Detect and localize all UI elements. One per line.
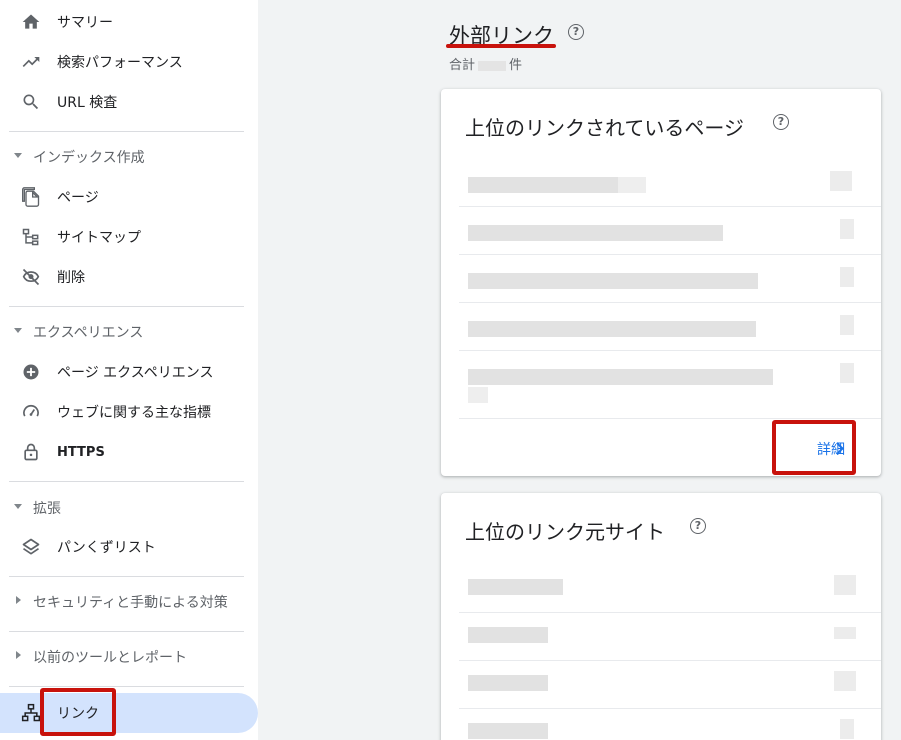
redacted-site [468,675,548,691]
redacted-url [468,177,618,193]
redacted-count [840,719,854,739]
redacted-url [468,273,758,289]
redacted-count [834,575,856,595]
total-prefix: 合計 [449,58,476,73]
sidebar-item-label: 削除 [57,270,85,286]
redacted-count [834,627,856,639]
sidebar-divider [9,576,244,577]
chevron-down-icon [14,504,22,509]
highlight-box-details [772,420,856,475]
add-circle-icon [21,362,41,382]
sitemap-icon [21,227,41,247]
sidebar-item-label: ページ [57,190,99,206]
table-row[interactable] [459,159,881,207]
speed-gauge-icon [21,402,41,422]
table-row[interactable] [459,207,881,255]
sidebar-section-label: 以前のツールとレポート [33,650,187,666]
search-icon [21,92,41,112]
title-highlight-underline [446,44,556,48]
lock-icon [21,442,41,462]
sidebar-section-security[interactable]: セキュリティと手動による対策 [0,584,258,620]
help-icon[interactable]: ? [568,24,584,40]
total-suffix: 件 [509,58,523,73]
redacted-url [468,321,756,337]
table-row[interactable] [459,709,881,740]
sidebar-item-label: サマリー [57,15,113,31]
redacted-count [840,363,854,383]
sidebar-divider [9,131,244,132]
sidebar-item-sitemaps[interactable]: サイトマップ [0,217,258,257]
sidebar-divider [9,306,244,307]
table-row[interactable] [459,255,881,303]
help-icon[interactable]: ? [690,518,706,534]
sidebar-item-removals[interactable]: 削除 [0,257,258,297]
table-row[interactable] [459,303,881,351]
chevron-right-icon [16,596,21,604]
redacted-count [834,671,856,691]
redacted-count [840,315,854,335]
sidebar-divider [9,631,244,632]
sidebar-item-label: 検索パフォーマンス [57,55,183,71]
redacted-url [468,387,488,403]
highlight-box-links [40,688,116,736]
top-linking-sites-card: 上位のリンク元サイト ? [441,493,881,740]
sidebar-section-label: セキュリティと手動による対策 [33,595,228,611]
table-row[interactable] [459,565,881,613]
help-icon[interactable]: ? [773,114,789,130]
sidebar-item-performance[interactable]: 検索パフォーマンス [0,42,258,82]
sidebar-section-indexing[interactable]: インデックス作成 [0,139,258,175]
card-title: 上位のリンクされているページ [465,116,744,140]
redacted-count [830,171,852,191]
card-title: 上位のリンク元サイト [465,520,665,544]
sidebar-item-url-inspection[interactable]: URL 検査 [0,82,258,122]
redacted-site [468,627,548,643]
home-icon [21,12,41,32]
chevron-down-icon [14,328,22,333]
sidebar-item-https[interactable]: HTTPS [0,432,258,472]
sidebar-section-legacy-tools[interactable]: 以前のツールとレポート [0,639,258,675]
sidebar-item-label: ページ エクスペリエンス [57,365,214,381]
trending-up-icon [21,52,41,72]
links-icon [21,703,41,723]
redacted-url [468,369,773,385]
pages-icon [21,187,41,207]
visibility-off-icon [21,267,41,287]
redacted-url [618,177,646,193]
total-count: 合計 件 [449,54,522,73]
sidebar-divider [9,686,244,687]
chevron-down-icon [14,153,22,158]
redacted-site [468,579,563,595]
table-row[interactable] [459,661,881,709]
redacted-value [478,60,507,71]
redacted-count [840,267,854,287]
sidebar-section-label: インデックス作成 [33,150,145,166]
sidebar: サマリー 検索パフォーマンス URL 検査 インデックス作成 ページ サイトマッ… [0,0,258,740]
sidebar-section-label: エクスペリエンス [33,325,144,341]
redacted-site [468,723,548,739]
sidebar-item-breadcrumbs[interactable]: パンくずリスト [0,527,258,567]
sidebar-item-core-web-vitals[interactable]: ウェブに関する主な指標 [0,392,258,432]
table-row[interactable] [459,351,881,419]
sidebar-item-pages[interactable]: ページ [0,177,258,217]
top-linked-pages-card: 上位のリンクされているページ ? 詳細 [441,89,881,476]
sidebar-item-label: ウェブに関する主な指標 [57,405,211,421]
sidebar-item-label: HTTPS [57,444,105,460]
sidebar-item-label: サイトマップ [57,230,141,246]
sidebar-section-label: 拡張 [33,501,61,517]
sidebar-divider [9,481,244,482]
chevron-right-icon [16,651,21,659]
sidebar-item-label: URL 検査 [57,95,118,111]
layers-icon [21,537,41,557]
sidebar-item-page-experience[interactable]: ページ エクスペリエンス [0,352,258,392]
sidebar-item-links[interactable]: リンク [0,693,258,733]
sidebar-item-label: パンくずリスト [57,540,156,556]
redacted-url [468,225,723,241]
sidebar-section-enhancements[interactable]: 拡張 [0,490,258,526]
sidebar-item-summary[interactable]: サマリー [0,2,258,42]
redacted-count [840,219,854,239]
sidebar-section-experience[interactable]: エクスペリエンス [0,314,258,350]
table-row[interactable] [459,613,881,661]
